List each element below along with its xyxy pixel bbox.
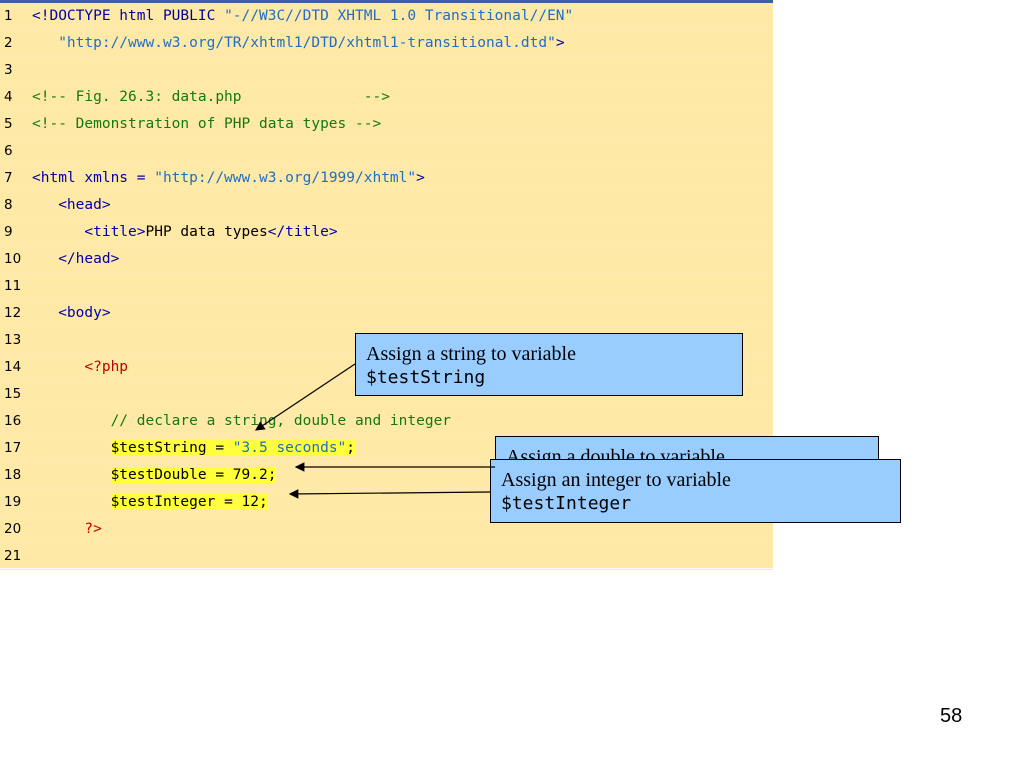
arrow-string (255, 363, 356, 431)
slide-number: 58 (940, 705, 963, 727)
callout-arrows (255, 363, 495, 499)
arrow-integer (288, 489, 491, 499)
